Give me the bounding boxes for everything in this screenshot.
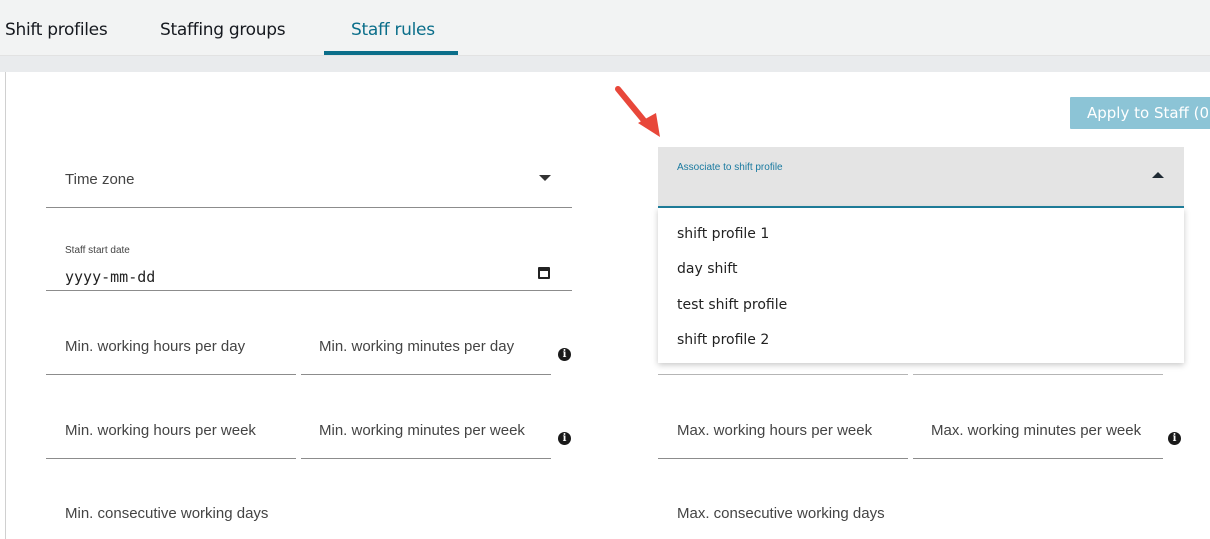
- shift-profile-menu: shift profile 1 day shift test shift pro…: [658, 208, 1184, 363]
- max-minutes-per-week-label: Max. working minutes per week: [931, 422, 1142, 439]
- active-tab-indicator: [324, 51, 458, 55]
- max-consecutive-days-label: Max. consecutive working days: [677, 505, 885, 522]
- menu-item-shift-profile[interactable]: shift profile 1: [677, 226, 769, 242]
- calendar-icon[interactable]: [538, 267, 550, 279]
- max-hours-per-week-label: Max. working hours per week: [677, 422, 873, 439]
- min-minutes-per-week-field[interactable]: Min. working minutes per week: [301, 399, 551, 459]
- info-icon[interactable]: i: [558, 432, 571, 445]
- min-minutes-per-day-field[interactable]: Min. working minutes per day: [301, 315, 551, 375]
- min-consecutive-days-label: Min. consecutive working days: [65, 505, 269, 522]
- staff-start-date-input[interactable]: yyyy-mm-dd: [65, 268, 155, 286]
- menu-item-shift-profile[interactable]: test shift profile: [677, 297, 787, 313]
- min-minutes-per-day-label: Min. working minutes per day: [319, 338, 515, 355]
- min-hours-per-day-label: Min. working hours per day: [65, 338, 246, 355]
- staff-start-date-label: Staff start date: [65, 245, 130, 256]
- max-hours-per-week-field[interactable]: Max. working hours per week: [658, 399, 908, 459]
- info-icon[interactable]: i: [1168, 432, 1181, 445]
- tab-bar: Shift profiles Staffing groups Staff rul…: [0, 0, 1210, 56]
- apply-to-staff-button[interactable]: Apply to Staff (0): [1070, 97, 1210, 129]
- min-hours-per-day-field[interactable]: Min. working hours per day: [46, 315, 296, 375]
- menu-item-shift-profile[interactable]: shift profile 2: [677, 332, 769, 348]
- info-icon[interactable]: i: [558, 348, 571, 361]
- tab-subbar: [0, 56, 1210, 72]
- associate-shift-profile-label: Associate to shift profile: [677, 162, 783, 173]
- menu-item-shift-profile[interactable]: day shift: [677, 261, 737, 277]
- tab-shift-profiles[interactable]: Shift profiles: [5, 20, 108, 40]
- chevron-down-icon[interactable]: [539, 175, 551, 181]
- chevron-up-icon[interactable]: [1152, 172, 1164, 178]
- min-hours-per-week-field[interactable]: Min. working hours per week: [46, 399, 296, 459]
- time-zone-label: Time zone: [65, 171, 135, 188]
- tab-staffing-groups[interactable]: Staffing groups: [160, 20, 286, 40]
- min-minutes-per-week-label: Min. working minutes per week: [319, 422, 525, 439]
- tab-staff-rules[interactable]: Staff rules: [351, 20, 435, 40]
- arrow-annotation-icon: [615, 86, 660, 137]
- max-minutes-per-week-field[interactable]: Max. working minutes per week: [913, 399, 1163, 459]
- time-zone-select[interactable]: Time zone: [46, 148, 572, 208]
- associate-shift-profile-select[interactable]: Associate to shift profile: [658, 147, 1184, 208]
- min-hours-per-week-label: Min. working hours per week: [65, 422, 256, 439]
